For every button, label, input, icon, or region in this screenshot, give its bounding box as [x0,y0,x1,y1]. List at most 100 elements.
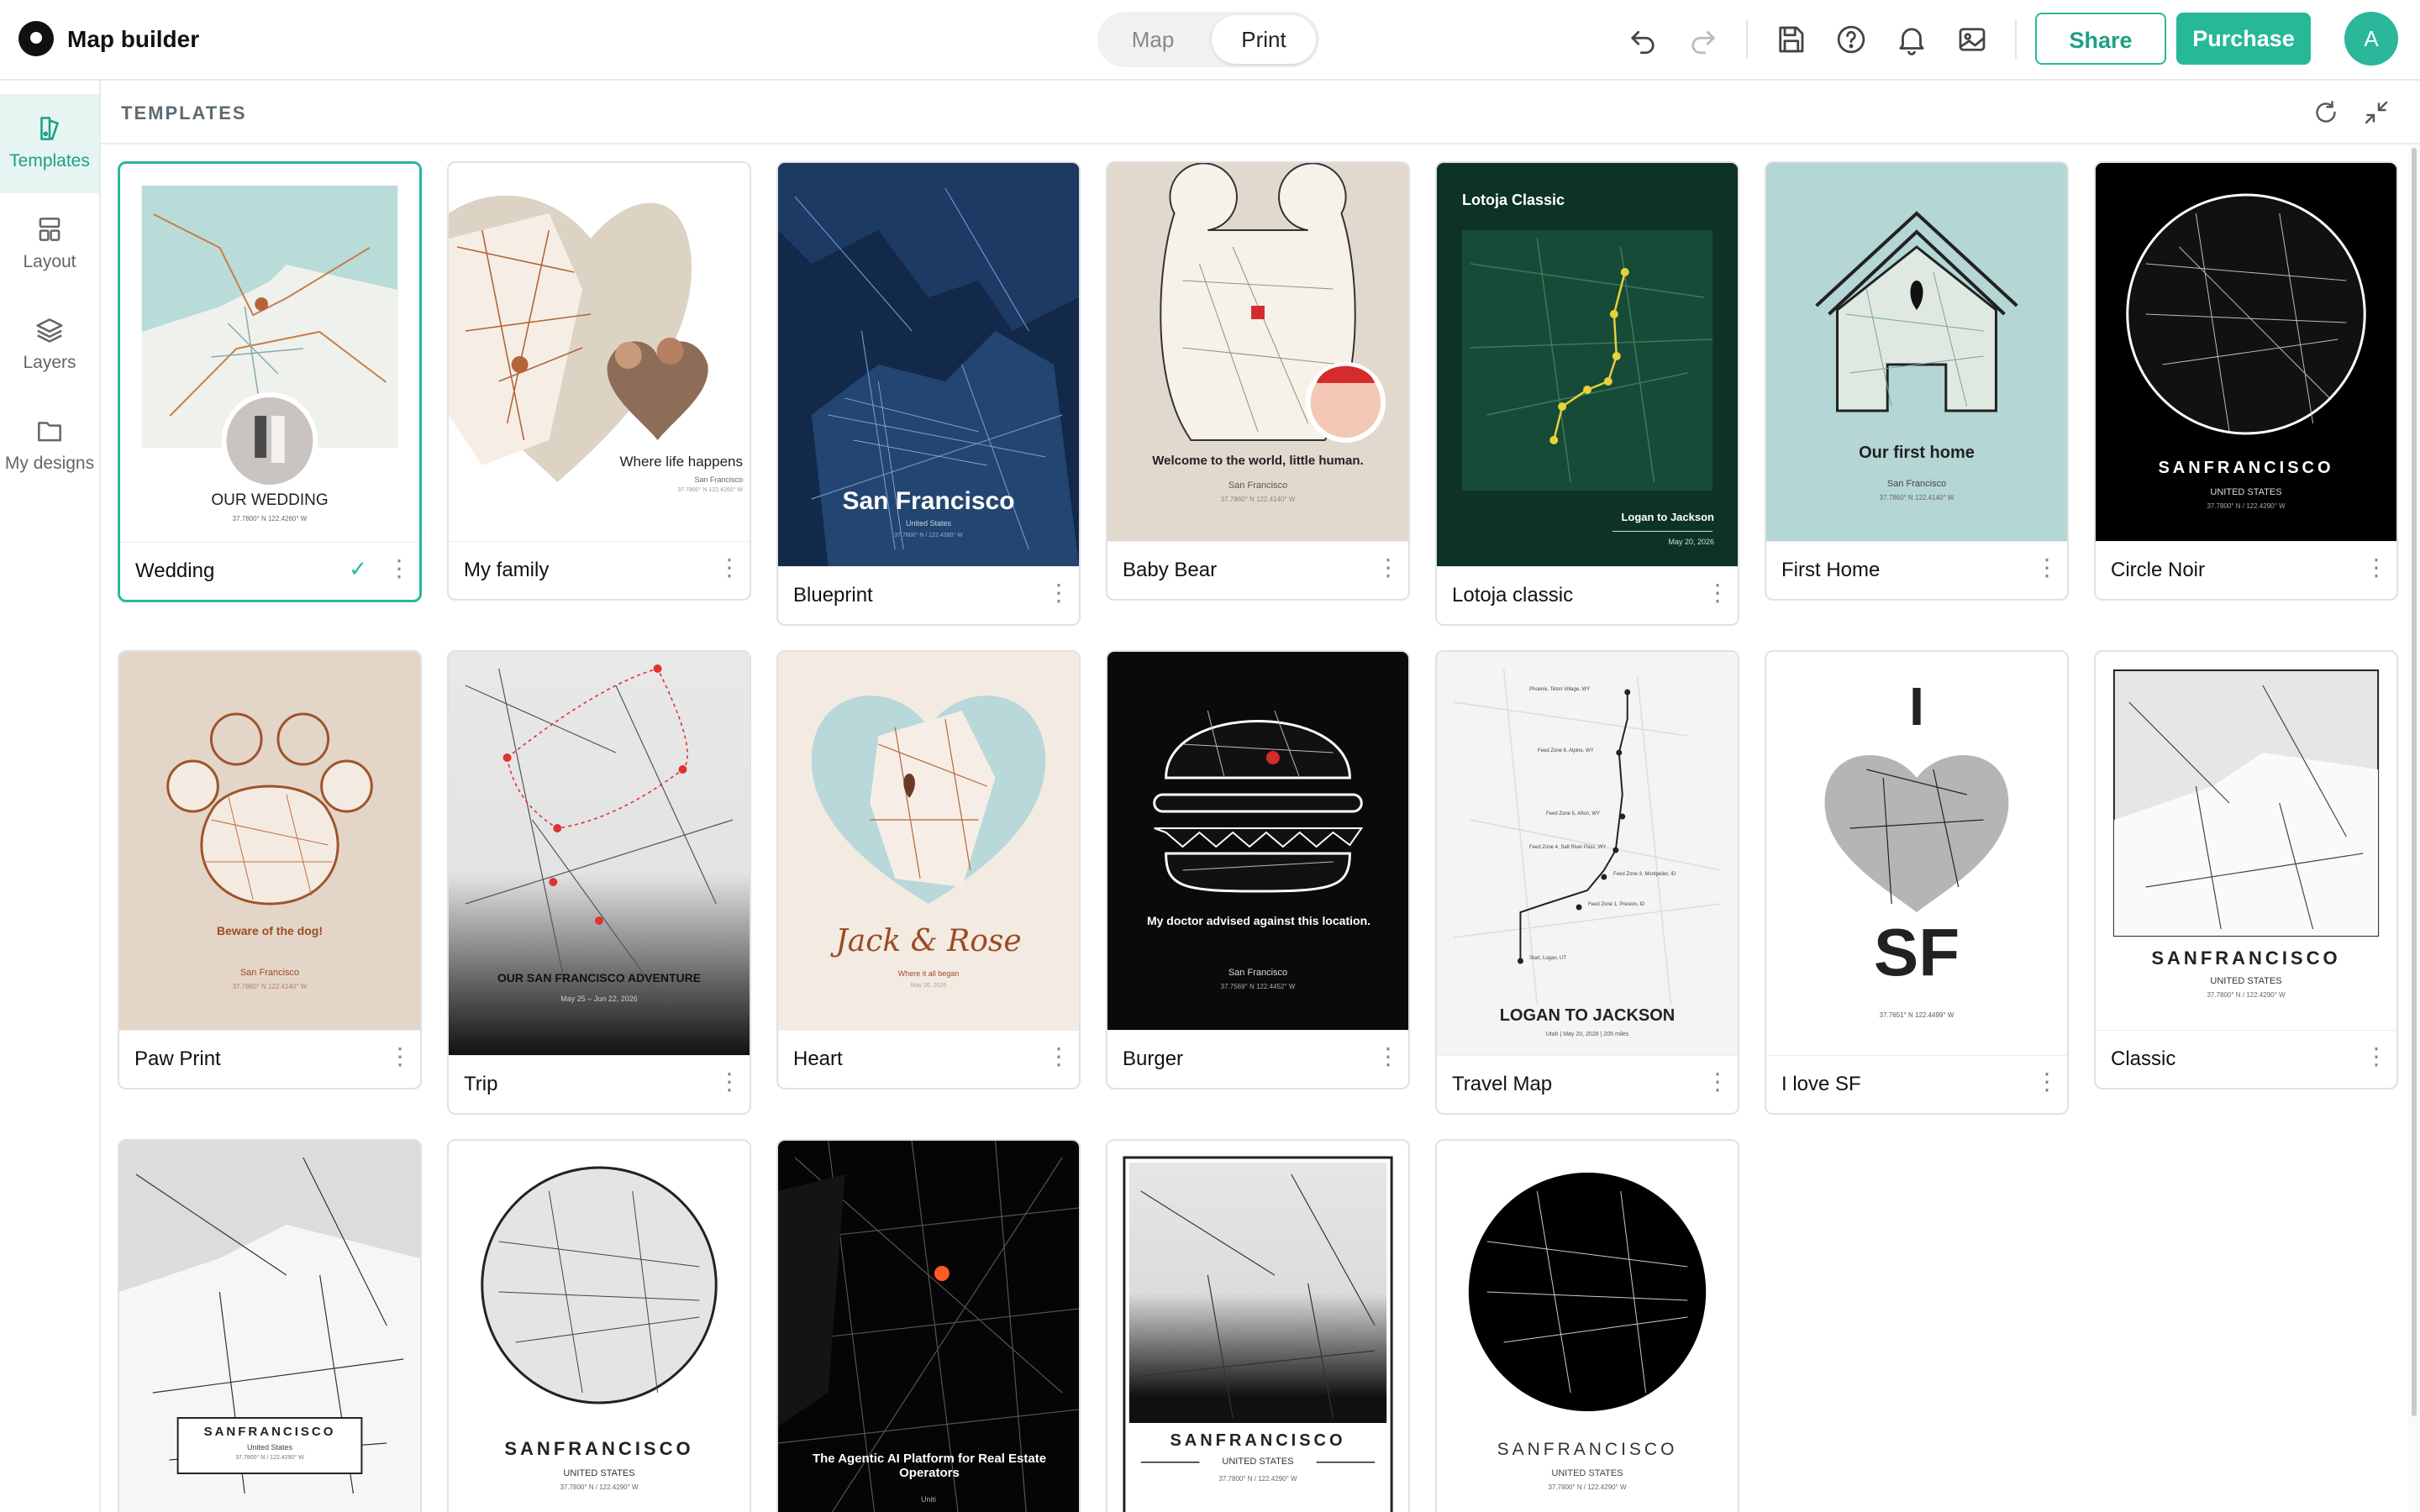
template-name: Trip [464,1073,498,1095]
poster-subtitle: May 25 – Jun 22, 2026 [560,995,638,1003]
collapse-icon[interactable] [2361,97,2391,128]
poster-coords: 37.7800° N / 122.4290° W [1548,1483,1627,1491]
template-card[interactable]: SANFRANCISCO UNITED STATES 37.7800° N / … [1106,1139,1410,1512]
poster-coords: 37.7800° N / 122.4290° W [2207,991,2286,999]
route-stop: Start, Logan, UT [1529,956,1567,961]
card-footer: Travel Map ⋮ [1437,1055,1738,1113]
template-card-circle-noir[interactable]: SANFRANCISCO UNITED STATES 37.7800° N / … [2094,161,2398,601]
template-name: I love SF [1781,1073,1861,1095]
save-icon[interactable] [1773,22,1808,57]
card-footer: First Home ⋮ [1766,541,2067,599]
scrollbar-thumb[interactable] [2412,148,2417,1416]
template-card[interactable]: SANFRANCISCO United States 37.7800° N / … [118,1139,422,1512]
more-options-icon[interactable]: ⋮ [1376,554,1400,581]
poster-coords: 37.7860° N 122.4140° W [1220,496,1296,503]
poster-coords: 37.7800° N / 122.4290° W [1218,1475,1297,1483]
card-footer: Circle Noir ⋮ [2096,541,2396,599]
more-options-icon[interactable]: ⋮ [388,1042,412,1070]
template-card-travel-map[interactable]: Phoenix, Teton Village, WY Feed Zone 6, … [1435,650,1739,1115]
poster-header: Lotoja Classic [1462,192,1565,208]
poster-subtitle: United States [905,519,952,528]
poster-subtitle: San Francisco [1886,479,1947,489]
template-card-my-family[interactable]: Where life happens San Francisco 37.7800… [447,161,751,601]
template-thumbnail: My doctor advised against this location.… [1107,652,1408,1030]
sidebar-item-label: Layout [23,252,76,271]
more-options-icon[interactable]: ⋮ [1706,579,1729,606]
template-name: Wedding [135,559,215,582]
check-icon: ✓ [349,556,367,581]
poster-coords: 37.7800° N / 122.4260° W [894,533,963,538]
undo-icon[interactable] [1625,22,1660,57]
template-card-classic[interactable]: SANFRANCISCO UNITED STATES 37.7800° N / … [2094,650,2398,1089]
template-card-lotoja-classic[interactable]: Lotoja Classic Logan to Jackson May 20, … [1435,161,1739,626]
route-stop: Feed Zone 4, Salt River Pass, WY [1529,845,1607,850]
poster-subtitle: Utah | May 20, 2026 | 205 miles [1545,1032,1629,1037]
poster-title: The Agentic AI Platform for Real Estate … [812,1452,1047,1480]
purchase-button[interactable]: Purchase [2176,13,2311,65]
template-card-paw-print[interactable]: Beware of the dog! San Francisco 37.7860… [118,650,422,1089]
redo-icon[interactable] [1686,22,1721,57]
template-card[interactable]: SANFRANCISCO UNITED STATES 37.7800° N / … [447,1139,751,1512]
template-name: Classic [2111,1047,2176,1070]
mode-print-button[interactable]: Print [1212,15,1316,64]
template-thumbnail: SANFRANCISCO UNITED STATES 37.7800° N / … [449,1141,750,1512]
poster-subtitle: May 20, 2026 [1668,538,1714,546]
template-card-trip[interactable]: OUR SAN FRANCISCO ADVENTURE May 25 – Jun… [447,650,751,1115]
help-icon[interactable] [1833,22,1869,57]
template-card-baby-bear[interactable]: Welcome to the world, little human. San … [1106,161,1410,601]
poster-title: SANFRANCISCO [2158,459,2334,477]
template-card-heart[interactable]: Jack & Rose Where it all began May 20, 2… [776,650,1081,1089]
template-card-i-love-sf[interactable]: I SF 37.7651° N 122.4499° W I love SF ⋮ [1765,650,2069,1115]
route-stop: Feed Zone 5, Afton, WY [1546,811,1601,816]
map-thumbnail [1437,652,1738,1055]
more-options-icon[interactable]: ⋮ [718,554,741,581]
template-name: First Home [1781,559,1881,581]
more-options-icon[interactable]: ⋮ [1376,1042,1400,1070]
more-options-icon[interactable]: ⋮ [2365,1042,2388,1070]
poster-subtitle: UNITED STATES [563,1468,635,1478]
mode-map-button[interactable]: Map [1101,15,1205,64]
app-title: Map builder [67,26,200,52]
more-options-icon[interactable]: ⋮ [2035,554,2059,581]
template-card-wedding[interactable]: OUR WEDDING 37.7800° N 122.4260° W Weddi… [118,161,422,602]
poster-subtitle: San Francisco [1228,968,1288,978]
map-thumbnail [2096,652,2396,1030]
more-options-icon[interactable]: ⋮ [1706,1068,1729,1095]
more-options-icon[interactable]: ⋮ [2365,554,2388,581]
sidebar: Templates Layout Layers My designs [0,81,101,1512]
sidebar-item-layers[interactable]: Layers [0,296,99,395]
image-icon[interactable] [1954,22,1990,57]
template-card[interactable]: SANFRANCISCO UNITED STATES 37.7800° N / … [1435,1139,1739,1512]
bell-icon[interactable] [1894,22,1929,57]
sidebar-item-templates[interactable]: Templates [0,94,99,193]
poster-subtitle: Uniti [920,1495,936,1504]
poster-title: SANFRANCISCO [2151,948,2341,969]
poster-title: Beware of the dog! [216,924,323,937]
more-options-icon[interactable]: ⋮ [1047,1042,1071,1070]
template-card-burger[interactable]: My doctor advised against this location.… [1106,650,1410,1089]
more-options-icon[interactable]: ⋮ [718,1068,741,1095]
template-thumbnail: I SF 37.7651° N 122.4499° W [1766,652,2067,1055]
template-card-blueprint[interactable]: San Francisco United States 37.7800° N /… [776,161,1081,626]
poster-subtitle: United States [246,1443,293,1452]
poster-coords: 37.7800° N / 122.4290° W [235,1455,304,1461]
template-thumbnail: SANFRANCISCO UNITED STATES 37.7800° N / … [1107,1141,1408,1512]
template-card-first-home[interactable]: Our first home San Francisco 37.7860° N … [1765,161,2069,601]
poster-title: SANFRANCISCO [1497,1440,1678,1459]
sidebar-item-layout[interactable]: Layout [0,195,99,294]
template-thumbnail: Beware of the dog! San Francisco 37.7860… [119,652,420,1030]
poster-title: My doctor advised against this location. [1146,914,1371,927]
sidebar-item-my-designs[interactable]: My designs [0,396,99,496]
avatar[interactable]: A [2344,12,2398,66]
template-thumbnail: Our first home San Francisco 37.7860° N … [1766,163,2067,541]
template-card[interactable]: The Agentic AI Platform for Real Estate … [776,1139,1081,1512]
template-thumbnail: SANFRANCISCO UNITED STATES 37.7800° N / … [2096,652,2396,1030]
more-options-icon[interactable]: ⋮ [1047,579,1071,606]
template-name: Paw Print [134,1047,221,1070]
more-options-icon[interactable]: ⋮ [2035,1068,2059,1095]
share-button[interactable]: Share [2035,13,2166,65]
poster-coords: 37.7860° N 122.4140° W [232,983,308,990]
refresh-icon[interactable] [2311,97,2341,128]
poster-subtitle: San Francisco [1228,480,1288,491]
more-options-icon[interactable]: ⋮ [387,554,411,582]
